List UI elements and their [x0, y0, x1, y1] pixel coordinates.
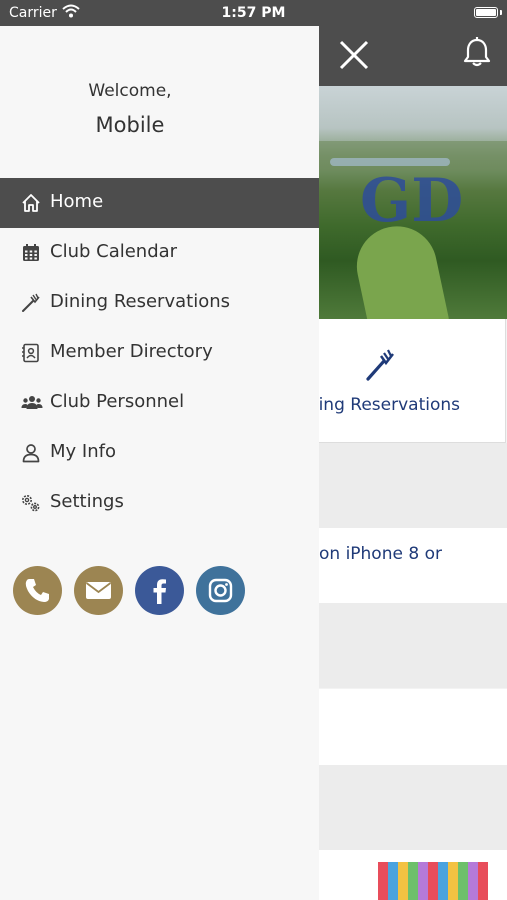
- menu-item-dining-reservations[interactable]: Dining Reservations: [0, 278, 319, 328]
- menu-item-my-info[interactable]: My Info: [0, 428, 319, 478]
- menu-item-settings[interactable]: Settings: [0, 478, 319, 528]
- email-icon: [85, 582, 112, 599]
- menu-item-member-directory[interactable]: Member Directory: [0, 328, 319, 378]
- menu-label-my-info: My Info: [50, 441, 116, 462]
- instagram-button[interactable]: [196, 566, 245, 615]
- fork-icon: [366, 349, 394, 381]
- home-icon: [22, 194, 40, 212]
- status-bar: Carrier 1:57 PM: [0, 0, 507, 26]
- clock: 1:57 PM: [221, 5, 286, 21]
- menu-label-dining-reservations: Dining Reservations: [50, 291, 230, 312]
- close-menu-button[interactable]: [336, 37, 372, 73]
- calendar-icon: [23, 244, 39, 261]
- section-item-text-1: ıs on iPhone 8 or: [300, 544, 442, 564]
- section-thumbnail-image: [378, 862, 488, 900]
- instagram-icon: [208, 578, 233, 603]
- menu-label-club-personnel: Club Personnel: [50, 391, 185, 412]
- navigation-drawer: Welcome, Mobile Home Club Calendar Dinin…: [0, 26, 319, 900]
- menu-label-home: Home: [50, 191, 104, 212]
- person-icon: [22, 444, 40, 463]
- menu-label-settings: Settings: [50, 491, 124, 512]
- facebook-icon: [153, 579, 166, 604]
- bell-icon: [463, 37, 491, 67]
- phone-icon: [25, 579, 49, 602]
- user-name: Mobile: [95, 113, 165, 137]
- people-icon: [21, 396, 43, 409]
- club-logo: GD: [360, 166, 464, 236]
- fork-icon: [22, 293, 40, 312]
- facebook-button[interactable]: [135, 566, 184, 615]
- welcome-text: Welcome,: [88, 81, 172, 101]
- notifications-button[interactable]: [460, 36, 494, 70]
- phone-button[interactable]: [13, 566, 62, 615]
- menu-label-club-calendar: Club Calendar: [50, 241, 178, 262]
- menu-item-home[interactable]: Home: [0, 178, 319, 228]
- menu-label-member-directory: Member Directory: [50, 341, 213, 362]
- close-icon: [339, 40, 369, 70]
- gears-icon: [22, 495, 40, 512]
- menu-item-club-calendar[interactable]: Club Calendar: [0, 228, 319, 278]
- directory-icon: [22, 343, 39, 363]
- battery-icon: [474, 7, 498, 18]
- menu-item-club-personnel[interactable]: Club Personnel: [0, 378, 319, 428]
- email-button[interactable]: [74, 566, 123, 615]
